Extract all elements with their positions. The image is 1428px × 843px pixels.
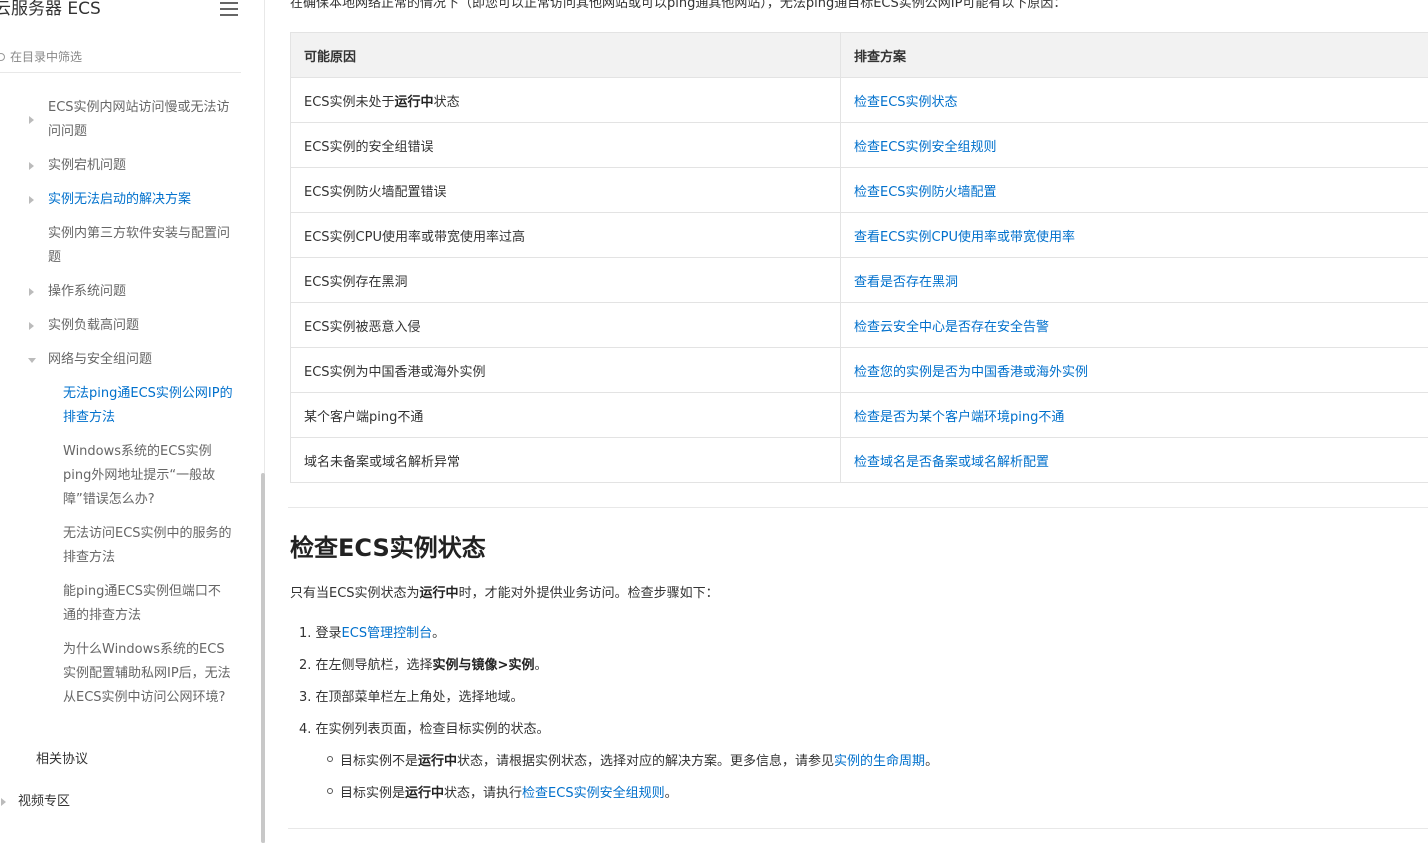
solution-cell: 检查ECS实例安全组规则 <box>840 122 1428 168</box>
sidebar-item-label: 无法访问ECS实例中的服务的排查方法 <box>63 526 232 565</box>
section-paragraph: 只有当ECS实例状态为运行中时，才能对外提供业务访问。检查步骤如下： <box>290 586 719 601</box>
solution-link[interactable]: 检查域名是否备案或域名解析配置 <box>854 455 1049 470</box>
section-title: 检查ECS实例状态 <box>290 534 486 562</box>
step-3: 3. 在顶部菜单栏左上角处，选择地域。 <box>299 690 524 705</box>
solution-cell: 检查域名是否备案或域名解析配置 <box>840 437 1428 483</box>
chevron-right-icon[interactable] <box>1 798 6 806</box>
solution-link[interactable]: 检查ECS实例状态 <box>854 95 958 110</box>
sidebar-item-network-security[interactable]: 网络与安全组问题 <box>28 348 233 372</box>
sidebar-item-high-load[interactable]: 实例负载高问题 <box>29 314 233 338</box>
sidebar: 云服务器 ECS ECS实例内网站访问慢或无法访问问题 实例宕机问题 实例无法启… <box>0 0 266 843</box>
chevron-right-icon[interactable] <box>29 322 34 330</box>
table-row: ECS实例的安全组错误 检查ECS实例安全组规则 <box>290 122 1428 168</box>
sidebar-item-windows-ping-error[interactable]: Windows系统的ECS实例ping外网地址提示“一般故障”错误怎么办? <box>63 440 233 512</box>
sidebar-item-port-unreachable[interactable]: 能ping通ECS实例但端口不通的排查方法 <box>63 580 233 628</box>
lifecycle-link[interactable]: 实例的生命周期 <box>834 754 925 769</box>
cause-cell: ECS实例防火墙配置错误 <box>290 167 841 213</box>
solution-cell: 检查是否为某个客户端环境ping不通 <box>840 392 1428 438</box>
directory-filter <box>0 44 241 73</box>
sidebar-item-label: 无法ping通ECS实例公网IP的排查方法 <box>63 386 233 425</box>
solution-cell: 查看ECS实例CPU使用率或带宽使用率 <box>840 212 1428 258</box>
solution-cell: 查看是否存在黑洞 <box>840 257 1428 303</box>
sub-step-running: 目标实例是运行中状态，请执行检查ECS实例安全组规则。 <box>327 782 678 801</box>
solution-link[interactable]: 查看是否存在黑洞 <box>854 275 958 290</box>
solution-cell: 检查ECS实例防火墙配置 <box>840 167 1428 213</box>
sidebar-item-videos[interactable]: 视频专区 <box>1 790 218 814</box>
security-group-link[interactable]: 检查ECS实例安全组规则 <box>522 786 665 801</box>
sidebar-item-label: 操作系统问题 <box>48 284 127 299</box>
cause-cell: ECS实例未处于运行中状态 <box>290 77 841 123</box>
step-4: 4. 在实例列表页面，检查目标实例的状态。 <box>299 722 550 737</box>
column-header-cause: 可能原因 <box>290 32 841 78</box>
sidebar-item-service-inaccessible[interactable]: 无法访问ECS实例中的服务的排查方法 <box>63 522 233 570</box>
sidebar-item-label: 实例无法启动的解决方案 <box>48 192 192 207</box>
ecs-console-link[interactable]: ECS管理控制台 <box>342 626 433 641</box>
solution-link[interactable]: 检查云安全中心是否存在安全告警 <box>854 320 1049 335</box>
table-row: 某个客户端ping不通 检查是否为某个客户端环境ping不通 <box>290 392 1428 438</box>
directory-filter-input[interactable] <box>0 44 240 70</box>
sidebar-item-label: 实例负载高问题 <box>48 318 140 333</box>
sidebar-item-ping-public-ip[interactable]: 无法ping通ECS实例公网IP的排查方法 <box>63 382 233 430</box>
chevron-right-icon[interactable] <box>29 162 34 170</box>
sidebar-item-label: ECS实例内网站访问慢或无法访问问题 <box>48 100 230 139</box>
solution-cell: 检查ECS实例状态 <box>840 77 1428 123</box>
solution-link[interactable]: 检查是否为某个客户端环境ping不通 <box>854 410 1064 425</box>
solution-link[interactable]: 检查您的实例是否为中国香港或海外实例 <box>854 365 1088 380</box>
chevron-right-icon[interactable] <box>29 196 34 204</box>
cause-cell: ECS实例存在黑洞 <box>290 257 841 303</box>
sidebar-item-instance-crash[interactable]: 实例宕机问题 <box>29 154 233 178</box>
table-row: ECS实例为中国香港或海外实例 检查您的实例是否为中国香港或海外实例 <box>290 347 1428 393</box>
table-row: ECS实例CPU使用率或带宽使用率过高 查看ECS实例CPU使用率或带宽使用率 <box>290 212 1428 258</box>
sidebar-item-agreements[interactable]: 相关协议 <box>36 748 226 772</box>
sidebar-item-label: 网络与安全组问题 <box>48 352 153 367</box>
step-2: 2. 在左侧导航栏，选择实例与镜像>实例。 <box>299 658 548 673</box>
table-row: ECS实例未处于运行中状态 检查ECS实例状态 <box>290 77 1428 123</box>
sidebar-item-os-issues[interactable]: 操作系统问题 <box>29 280 233 304</box>
table-row: 域名未备案或域名解析异常 检查域名是否备案或域名解析配置 <box>290 437 1428 483</box>
main-content: 在确保本地网络正常的情况下（即您可以正常访问其他网站或可以ping通其他网站），… <box>266 0 1428 843</box>
step-1: 1. 登录ECS管理控制台。 <box>299 626 446 641</box>
table-row: ECS实例被恶意入侵 检查云安全中心是否存在安全告警 <box>290 302 1428 348</box>
solution-link[interactable]: 检查ECS实例安全组规则 <box>854 140 997 155</box>
sidebar-item-label: 实例内第三方软件安装与配置问题 <box>48 226 231 265</box>
sidebar-item-label: 能ping通ECS实例但端口不通的排查方法 <box>63 584 221 623</box>
chevron-down-icon[interactable] <box>28 358 36 363</box>
sidebar-item-start-failure[interactable]: 实例无法启动的解决方案 <box>29 188 233 212</box>
cause-cell: ECS实例的安全组错误 <box>290 122 841 168</box>
table-header-row: 可能原因 排查方案 <box>290 32 1428 78</box>
table-row: ECS实例存在黑洞 查看是否存在黑洞 <box>290 257 1428 303</box>
bullet-icon <box>327 788 333 794</box>
cause-cell: 某个客户端ping不通 <box>290 392 841 438</box>
section-divider <box>288 828 1428 829</box>
cause-cell: 域名未备案或域名解析异常 <box>290 437 841 483</box>
sidebar-item-label: 为什么Windows系统的ECS实例配置辅助私网IP后，无法从ECS实例中访问公… <box>63 642 231 705</box>
chevron-right-icon[interactable] <box>29 116 34 124</box>
solution-link[interactable]: 检查ECS实例防火墙配置 <box>854 185 997 200</box>
sidebar-title[interactable]: 云服务器 ECS <box>0 0 101 19</box>
cause-cell: ECS实例CPU使用率或带宽使用率过高 <box>290 212 841 258</box>
menu-icon[interactable] <box>220 2 238 16</box>
sidebar-item-website-slow[interactable]: ECS实例内网站访问慢或无法访问问题 <box>29 96 233 144</box>
cause-cell: ECS实例被恶意入侵 <box>290 302 841 348</box>
column-header-solution: 排查方案 <box>840 32 1428 78</box>
sidebar-item-label: 实例宕机问题 <box>48 158 127 173</box>
sidebar-item-label: Windows系统的ECS实例ping外网地址提示“一般故障”错误怎么办? <box>63 444 216 507</box>
cause-cell: ECS实例为中国香港或海外实例 <box>290 347 841 393</box>
sidebar-item-label: 相关协议 <box>36 752 89 767</box>
intro-text: 在确保本地网络正常的情况下（即您可以正常访问其他网站或可以ping通其他网站），… <box>290 0 1067 11</box>
sidebar-scrollbar[interactable] <box>261 473 265 843</box>
chevron-right-icon[interactable] <box>29 288 34 296</box>
sidebar-item-windows-secondary-ip[interactable]: 为什么Windows系统的ECS实例配置辅助私网IP后，无法从ECS实例中访问公… <box>63 638 233 710</box>
solution-link[interactable]: 查看ECS实例CPU使用率或带宽使用率 <box>854 230 1075 245</box>
sidebar-item-third-party-software[interactable]: 实例内第三方软件安装与配置问题 <box>48 222 233 270</box>
solution-cell: 检查您的实例是否为中国香港或海外实例 <box>840 347 1428 393</box>
bullet-icon <box>327 756 333 762</box>
section-divider <box>288 507 1428 508</box>
solution-cell: 检查云安全中心是否存在安全告警 <box>840 302 1428 348</box>
causes-table: 可能原因 排查方案 ECS实例未处于运行中状态 检查ECS实例状态 ECS实例的… <box>290 32 1428 483</box>
sub-step-not-running: 目标实例不是运行中状态，请根据实例状态，选择对应的解决方案。更多信息，请参见实例… <box>327 750 938 769</box>
sidebar-item-label: 视频专区 <box>18 794 71 809</box>
table-row: ECS实例防火墙配置错误 检查ECS实例防火墙配置 <box>290 167 1428 213</box>
